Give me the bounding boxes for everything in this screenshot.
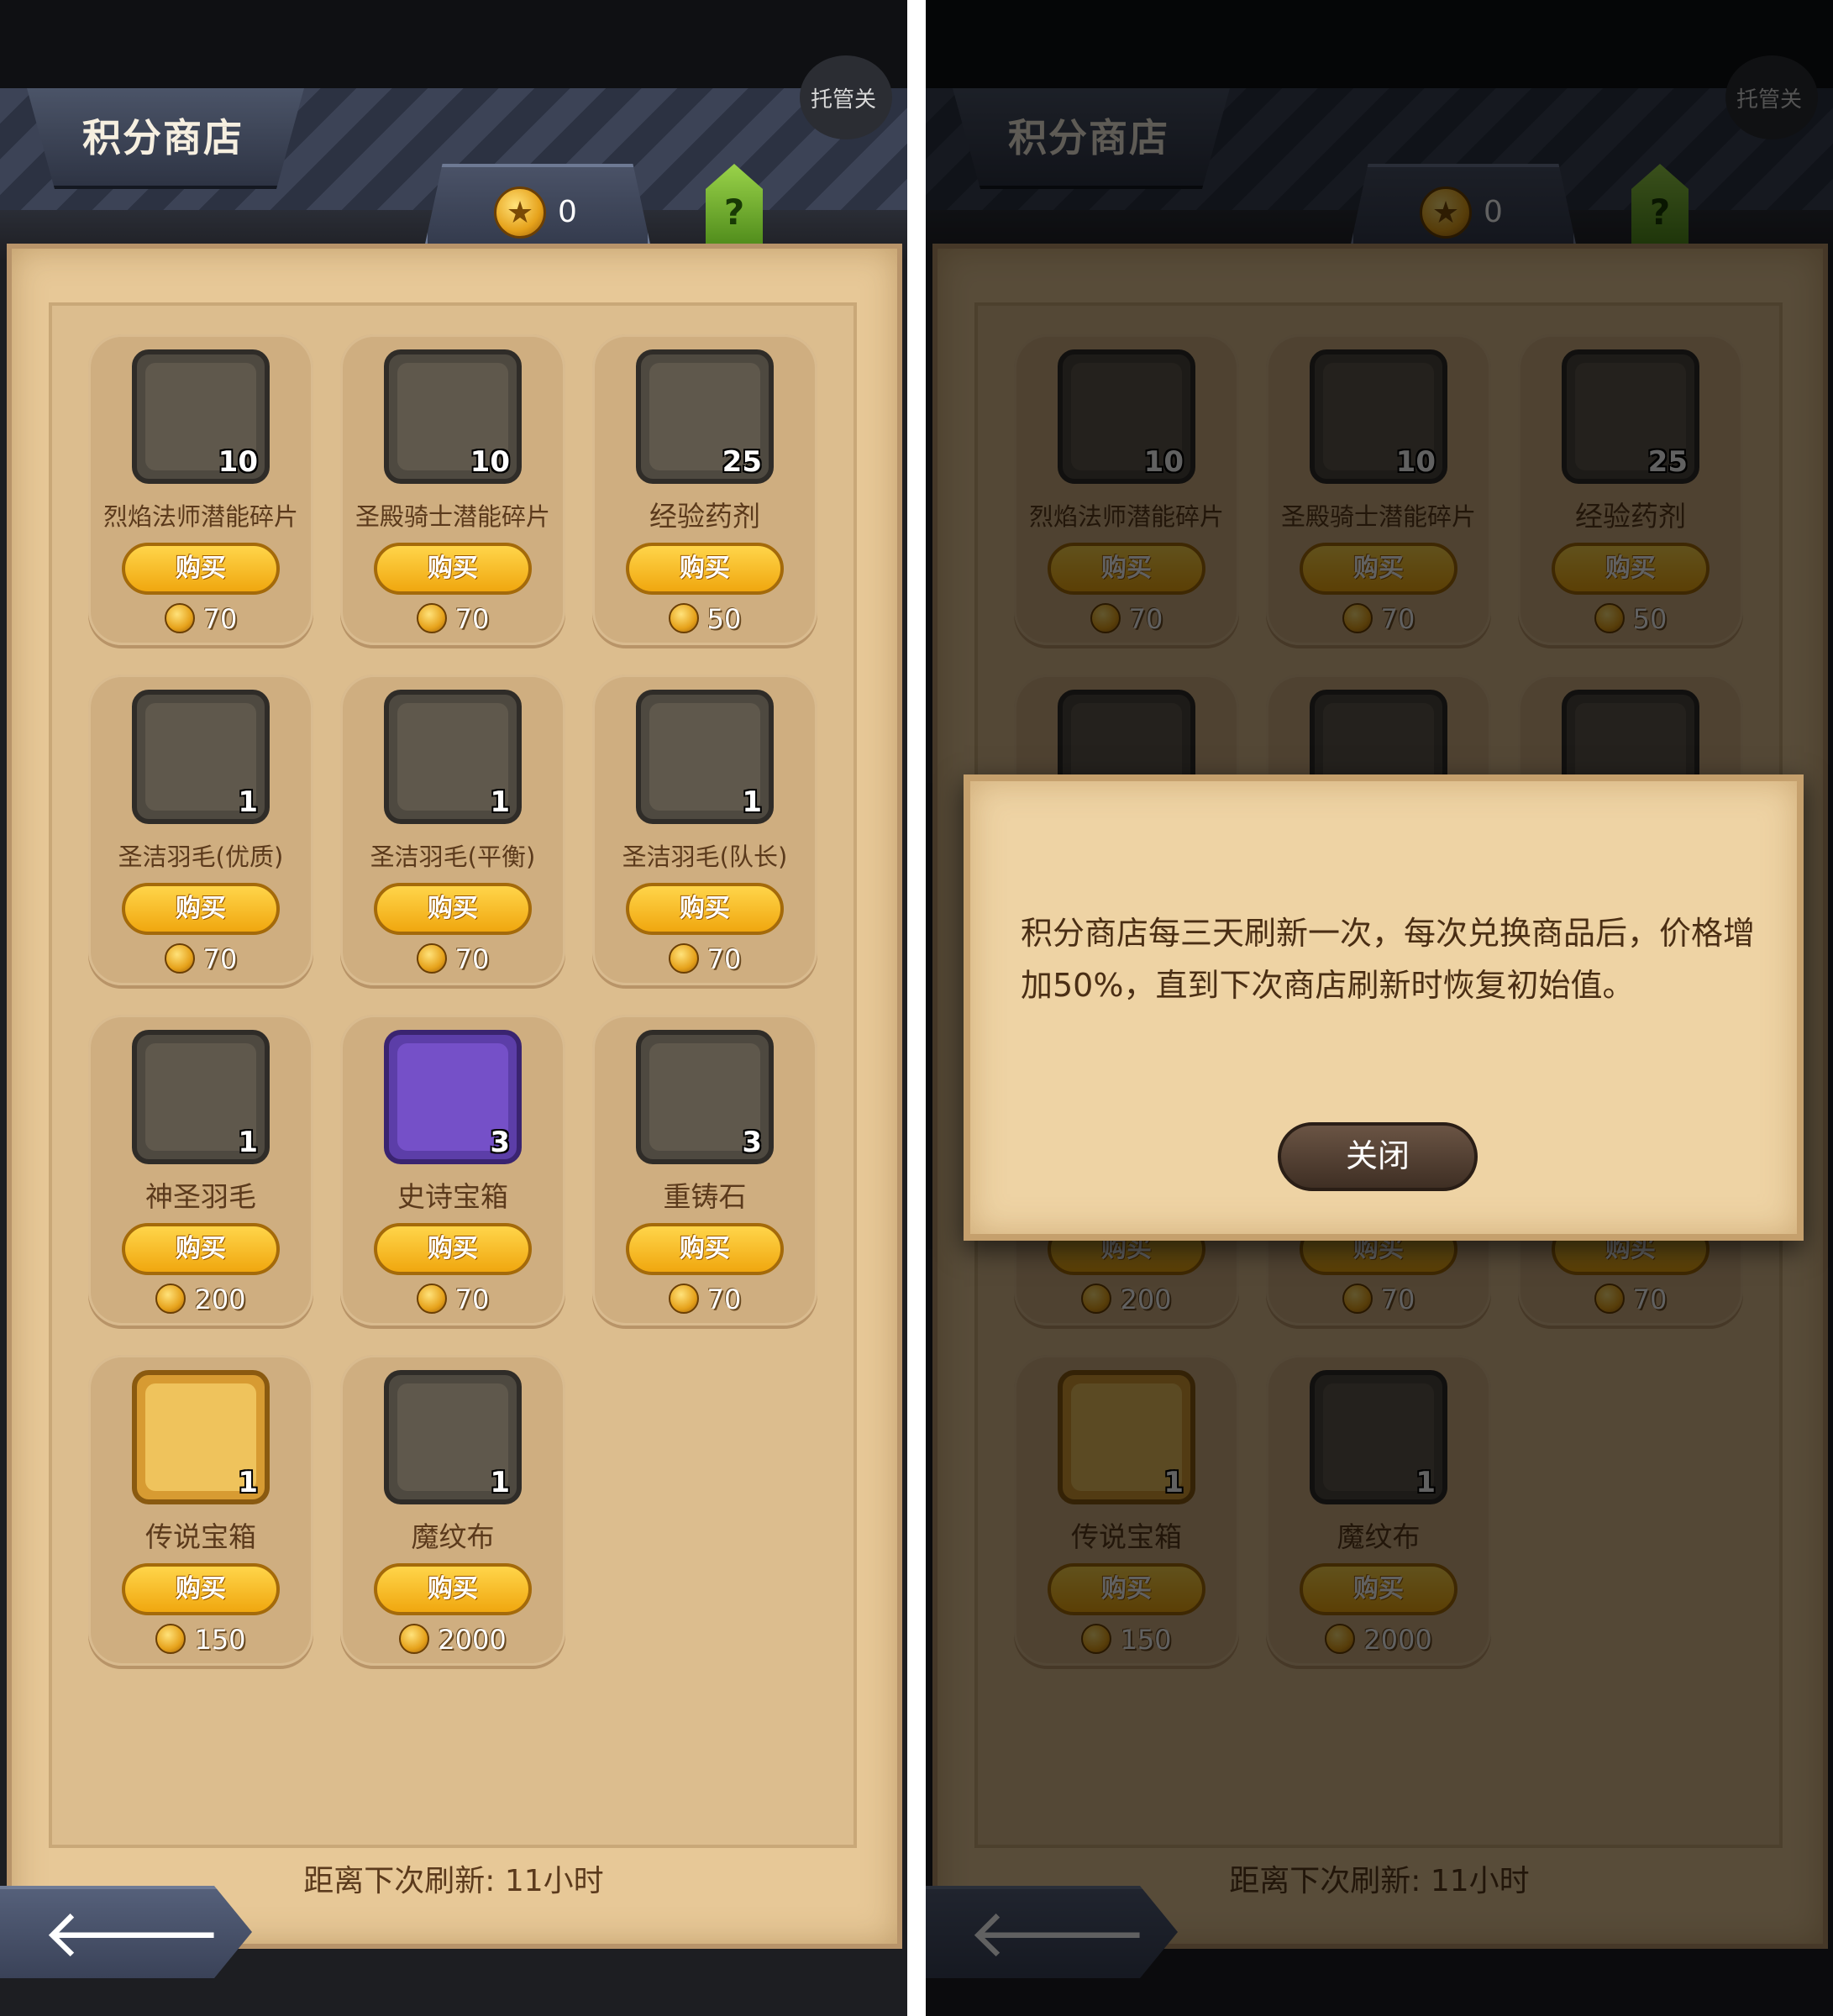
item-price: 200 <box>88 1284 313 1315</box>
buy-button[interactable]: 购买 <box>122 1223 280 1275</box>
item-quantity: 10 <box>470 445 510 479</box>
status-bar <box>0 0 907 88</box>
shop-item-card: 1 圣洁羽毛(平衡) 购买 70 <box>340 675 565 985</box>
buy-button[interactable]: 购买 <box>374 1563 532 1615</box>
item-price-value: 70 <box>202 603 238 635</box>
item-price-value: 70 <box>706 943 742 975</box>
points-coin-icon: ★ <box>494 186 546 239</box>
page-title: 积分商店 <box>82 115 244 160</box>
item-name: 经验药剂 <box>649 500 760 533</box>
item-price: 2000 <box>340 1624 565 1656</box>
shop-item-card: 1 魔纹布购买 2000 <box>340 1355 565 1666</box>
shop-screen: 积分商店 托管关 ★ 0 ? 10 烈焰法师潜能碎片 购买 70 10 圣殿骑士潜能碎片购… <box>0 0 907 2016</box>
auto-button-label[interactable]: 托管关 <box>811 82 876 113</box>
item-icon-frame[interactable]: 3 <box>384 1030 522 1164</box>
item-name: 魔纹布 <box>411 1520 495 1553</box>
item-name: 神圣羽毛 <box>145 1180 256 1213</box>
item-name: 重铸石 <box>663 1180 747 1213</box>
item-name: 传说宝箱 <box>145 1520 256 1553</box>
item-icon-frame[interactable]: 1 <box>384 690 522 824</box>
item-icon-frame[interactable]: 1 <box>636 690 774 824</box>
item-icon-frame[interactable]: 1 <box>132 690 270 824</box>
coin-icon <box>155 1624 186 1654</box>
buy-button[interactable]: 购买 <box>122 1563 280 1615</box>
item-icon-frame[interactable]: 1 <box>132 1370 270 1504</box>
buy-button[interactable]: 购买 <box>374 883 532 935</box>
item-quantity: 3 <box>490 1126 510 1159</box>
item-name: 圣洁羽毛(平衡) <box>370 843 536 871</box>
item-price: 70 <box>340 943 565 975</box>
item-quantity: 1 <box>238 785 258 819</box>
item-price-value: 70 <box>202 943 238 975</box>
buy-button[interactable]: 购买 <box>122 883 280 935</box>
info-dialog: 积分商店每三天刷新一次，每次兑换商品后，价格增加50%，直到下次商店刷新时恢复初… <box>964 774 1804 1241</box>
buy-button[interactable]: 购买 <box>626 883 784 935</box>
coin-icon <box>399 1624 430 1654</box>
item-quantity: 1 <box>742 785 762 819</box>
item-name: 史诗宝箱 <box>397 1180 508 1213</box>
buy-button[interactable]: 购买 <box>626 1223 784 1275</box>
item-price-value: 70 <box>454 1284 490 1315</box>
buy-button[interactable]: 购买 <box>626 543 784 595</box>
item-price-value: 2000 <box>438 1624 507 1656</box>
shop-item-card: 1 圣洁羽毛(优质) 购买 70 <box>88 675 313 985</box>
item-name: 烈焰法师潜能碎片 <box>102 502 298 531</box>
shop-item-card: 3 重铸石购买 70 <box>592 1015 817 1326</box>
buy-button[interactable]: 购买 <box>374 1223 532 1275</box>
points-value: 0 <box>558 195 577 229</box>
item-quantity: 10 <box>218 445 258 479</box>
item-icon-frame[interactable]: 3 <box>636 1030 774 1164</box>
shop-item-card: 10 圣殿骑士潜能碎片购买 70 <box>340 334 565 645</box>
item-quantity: 1 <box>490 785 510 819</box>
item-price-value: 50 <box>706 603 742 635</box>
shop-item-card: 1 传说宝箱购买 150 <box>88 1355 313 1666</box>
coin-icon <box>668 1284 699 1314</box>
shop-item-card: 3 史诗宝箱购买 70 <box>340 1015 565 1326</box>
item-name: 圣洁羽毛(队长) <box>622 843 788 871</box>
coin-icon <box>416 943 447 974</box>
item-icon-frame[interactable]: 25 <box>636 349 774 484</box>
item-price-value: 70 <box>454 943 490 975</box>
dialog-message: 积分商店每三天刷新一次，每次兑换商品后，价格增加50%，直到下次商店刷新时恢复初… <box>1021 915 1756 1004</box>
item-price-value: 200 <box>194 1284 246 1315</box>
shop-item-card: 1 神圣羽毛购买 200 <box>88 1015 313 1326</box>
item-icon-frame[interactable]: 10 <box>384 349 522 484</box>
buy-button[interactable]: 购买 <box>374 543 532 595</box>
coin-icon <box>416 603 447 633</box>
item-quantity: 1 <box>238 1126 258 1159</box>
item-price: 70 <box>88 603 313 635</box>
item-icon-frame[interactable]: 10 <box>132 349 270 484</box>
item-price: 70 <box>340 603 565 635</box>
item-price: 50 <box>592 603 817 635</box>
item-price: 70 <box>88 943 313 975</box>
shop-screen-with-dialog: 积分商店 托管关 ★ 0 ? 10烈焰法师潜能碎片购买7010圣殿骑士潜能碎片购… <box>926 0 1833 2016</box>
coin-icon <box>668 603 699 633</box>
item-quantity: 1 <box>238 1466 258 1499</box>
item-name: 圣洁羽毛(优质) <box>118 843 284 871</box>
back-arrow-icon[interactable]: 🡐 <box>42 1900 223 1967</box>
item-quantity: 25 <box>722 445 762 479</box>
item-quantity: 1 <box>490 1466 510 1499</box>
coin-icon <box>164 943 195 974</box>
item-price-value: 150 <box>194 1624 246 1656</box>
item-price-value: 70 <box>454 603 490 635</box>
item-name: 圣殿骑士潜能碎片 <box>355 502 550 531</box>
shop-item-card: 1 圣洁羽毛(队长) 购买 70 <box>592 675 817 985</box>
item-price: 150 <box>88 1624 313 1656</box>
shop-item-card: 10 烈焰法师潜能碎片购买 70 <box>88 334 313 645</box>
item-quantity: 3 <box>742 1126 762 1159</box>
buy-button[interactable]: 购买 <box>122 543 280 595</box>
item-icon-frame[interactable]: 1 <box>132 1030 270 1164</box>
item-icon-frame[interactable]: 1 <box>384 1370 522 1504</box>
item-price: 70 <box>592 943 817 975</box>
coin-icon <box>155 1284 186 1314</box>
close-button[interactable]: 关闭 <box>1278 1122 1478 1191</box>
coin-icon <box>668 943 699 974</box>
coin-icon <box>164 603 195 633</box>
item-price: 70 <box>340 1284 565 1315</box>
shop-item-card: 25 经验药剂购买 50 <box>592 334 817 645</box>
item-price: 70 <box>592 1284 817 1315</box>
coin-icon <box>416 1284 447 1314</box>
item-price-value: 70 <box>706 1284 742 1315</box>
